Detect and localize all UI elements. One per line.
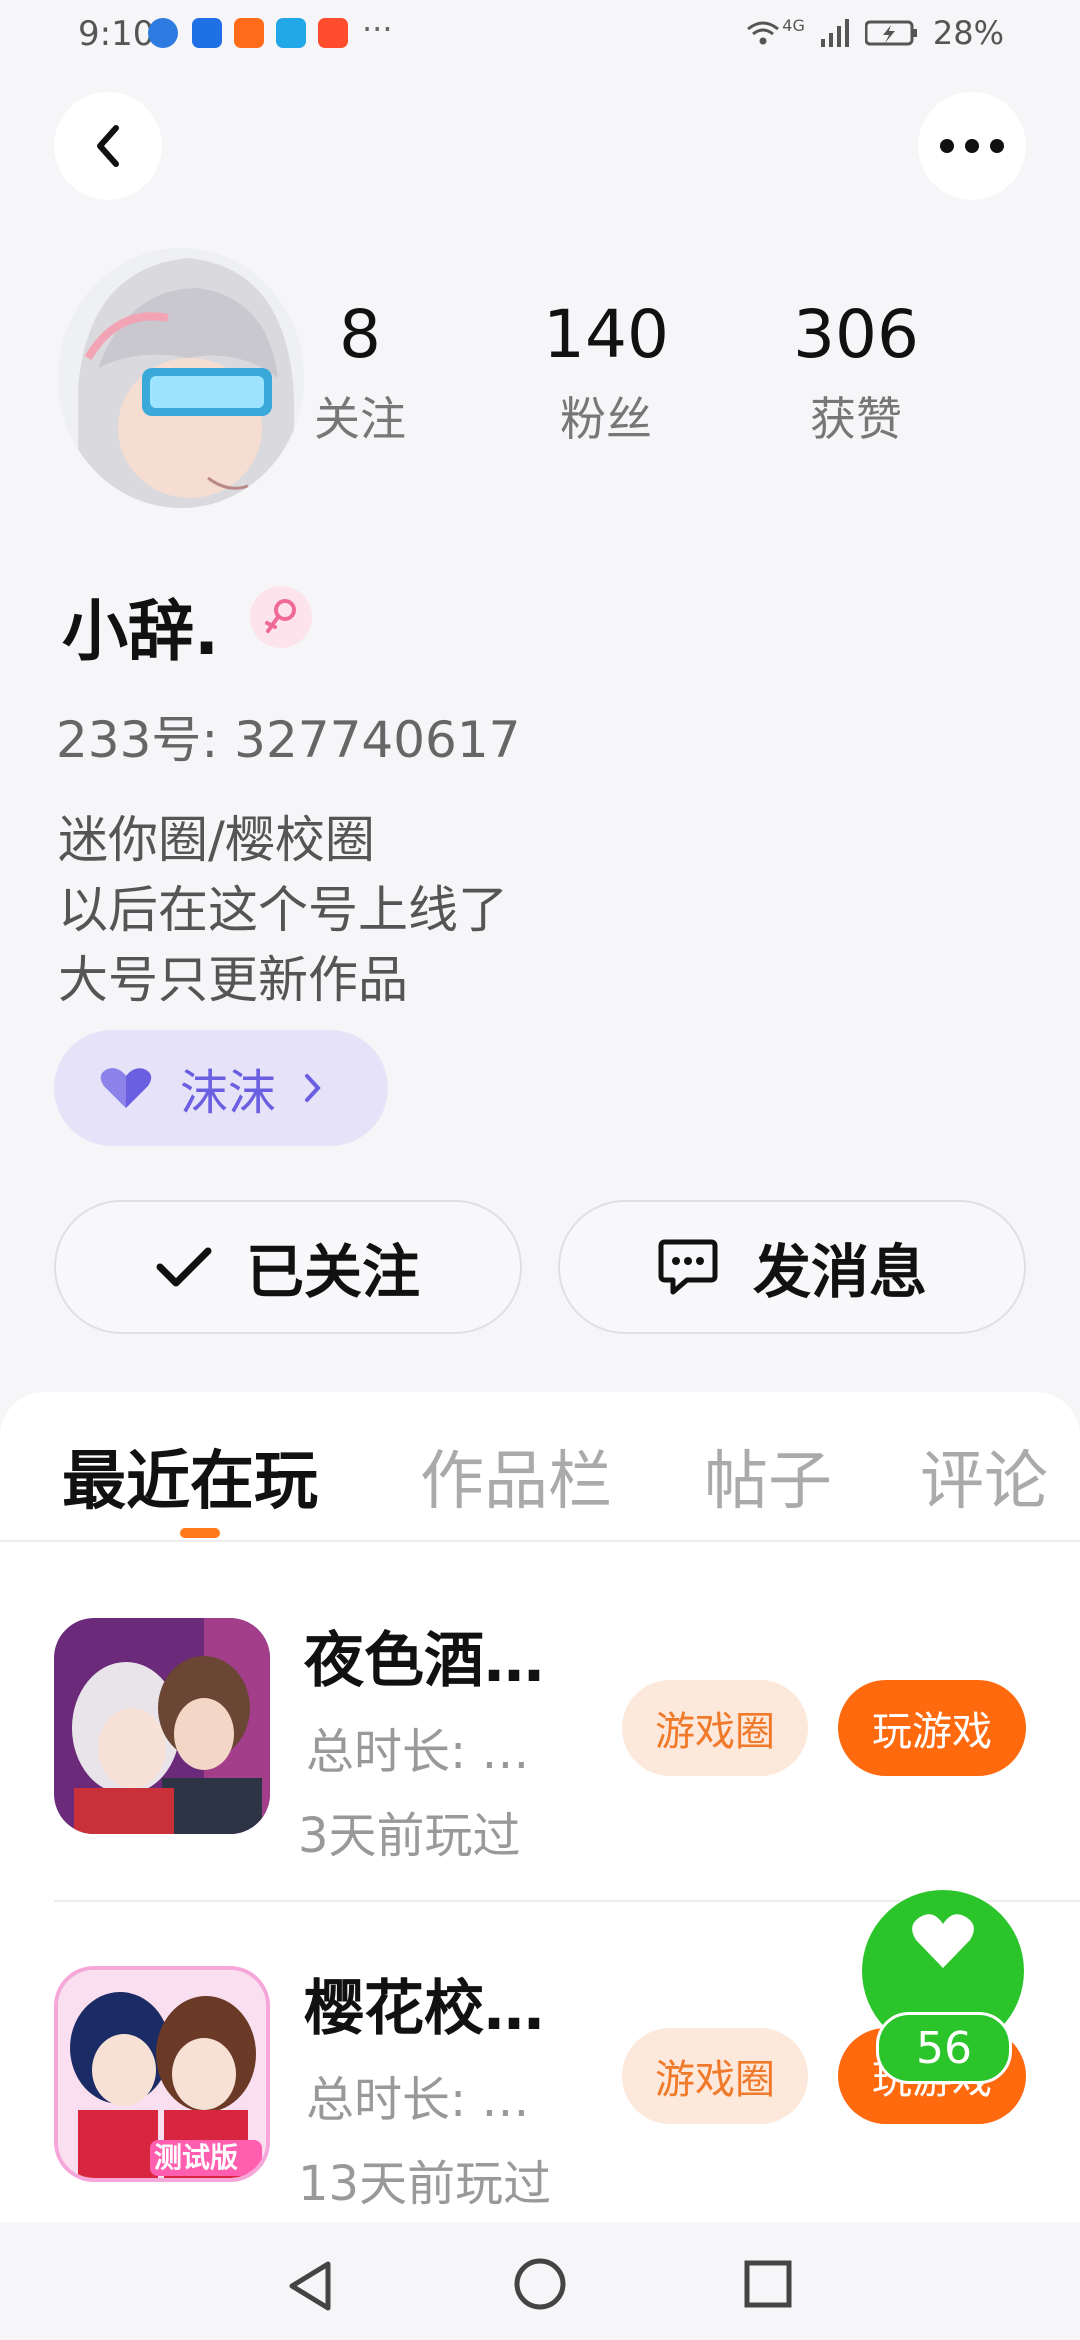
- system-nav-bar: [0, 2222, 1080, 2340]
- profile-name: 小辞.: [62, 593, 220, 670]
- game-title[interactable]: 樱花校…: [304, 1960, 544, 2047]
- home-nav-icon[interactable]: [512, 2256, 568, 2312]
- circle-tag-label: 沫沫: [180, 1065, 277, 1121]
- bulb-notification-icon: [192, 18, 222, 48]
- bio-line: 以后在这个号上线了: [58, 881, 508, 939]
- battery-icon: [864, 20, 917, 46]
- stat-likes[interactable]: 306 获赞: [756, 296, 956, 449]
- more-options-button[interactable]: [918, 92, 1026, 200]
- heart-icon: [912, 1914, 974, 1968]
- game-last-played: 13天前玩过: [298, 2156, 552, 2212]
- stat-following-label: 关注: [314, 392, 406, 446]
- tab-indicator: [180, 1528, 220, 1538]
- send-message-label: 发消息: [752, 1238, 927, 1306]
- back-nav-icon[interactable]: [284, 2258, 336, 2314]
- recents-nav-icon[interactable]: [742, 2258, 794, 2310]
- stat-likes-value: 306: [793, 296, 919, 373]
- search-notification-icon: [276, 18, 306, 48]
- chat-bubble-icon: [658, 1239, 718, 1295]
- wifi-icon: [747, 21, 780, 45]
- stat-followers[interactable]: 140 粉丝: [506, 296, 706, 449]
- game-icon-badge: 测试版: [154, 2141, 239, 2174]
- bio-line: 迷你圈/樱校圈: [58, 811, 375, 869]
- stat-following-value: 8: [339, 296, 381, 373]
- followed-label: 已关注: [245, 1238, 420, 1306]
- stat-followers-value: 140: [543, 296, 669, 373]
- check-icon: [156, 1247, 212, 1287]
- circle-tag-button[interactable]: 沫沫: [54, 1030, 388, 1146]
- stat-following[interactable]: 8 关注: [260, 296, 460, 449]
- more-notifications: ···: [362, 10, 393, 48]
- game-title[interactable]: 夜色酒…: [304, 1612, 544, 1699]
- tab-posts[interactable]: 帖子: [704, 1430, 832, 1522]
- status-indicators: 4G 28%: [746, 14, 1004, 52]
- female-gender-icon: [250, 586, 312, 648]
- bio-line: 大号只更新作品: [58, 951, 408, 1009]
- tab-recently-played[interactable]: 最近在玩: [62, 1430, 318, 1522]
- news-notification-icon: [318, 18, 348, 48]
- game-duration: 总时长: …: [306, 2072, 530, 2128]
- status-bar: 9:10 ··· 4G 28%: [0, 0, 1080, 72]
- game-last-played: 3天前玩过: [298, 1808, 521, 1864]
- divider: [0, 1540, 1080, 1542]
- tab-comments[interactable]: 评论: [920, 1430, 1048, 1522]
- game-icon[interactable]: 测试版: [54, 1966, 270, 2182]
- game-circle-button[interactable]: 游戏圈: [622, 1680, 808, 1776]
- back-button[interactable]: [54, 92, 162, 200]
- tab-works[interactable]: 作品栏: [420, 1430, 612, 1522]
- battery-percent: 28%: [932, 14, 1004, 52]
- app-grid-notification-icon: [234, 18, 264, 48]
- game-duration: 总时长: …: [306, 1724, 530, 1780]
- send-message-button[interactable]: 发消息: [558, 1200, 1026, 1334]
- app-notification-icon: [148, 18, 178, 48]
- game-circle-button[interactable]: 游戏圈: [622, 2028, 808, 2124]
- chevron-right-icon: [305, 1074, 321, 1102]
- account-id: 233号: 327740617: [56, 711, 521, 769]
- status-time: 9:10: [78, 14, 155, 54]
- game-icon[interactable]: [54, 1618, 270, 1834]
- signal-icon: [820, 19, 849, 47]
- stat-likes-label: 获赞: [810, 392, 902, 446]
- network-type: 4G: [782, 15, 805, 35]
- stat-followers-label: 粉丝: [560, 392, 652, 446]
- chevron-left-icon: [97, 125, 119, 167]
- heart-icon: [100, 1068, 152, 1108]
- more-horizontal-icon: [940, 139, 1004, 153]
- followed-button[interactable]: 已关注: [54, 1200, 522, 1334]
- like-count-badge: 56: [876, 2012, 1012, 2084]
- play-game-button[interactable]: 玩游戏: [838, 1680, 1026, 1776]
